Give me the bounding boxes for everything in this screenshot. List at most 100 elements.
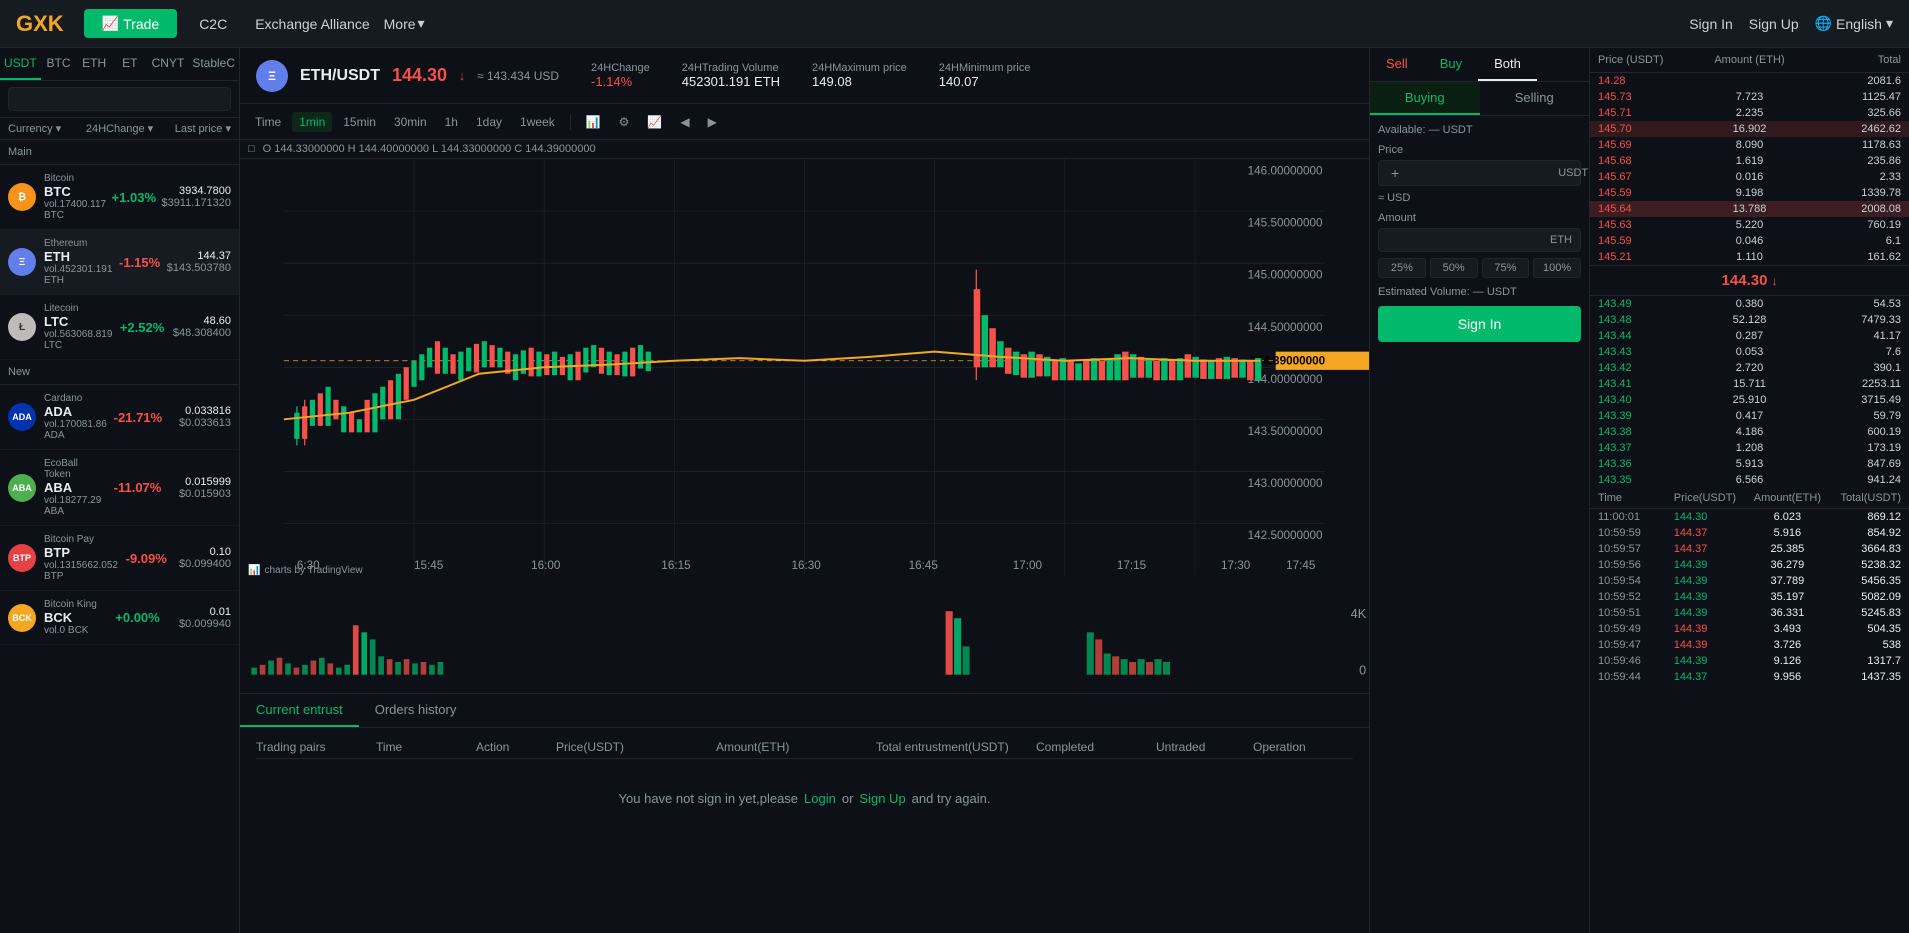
tradingview-logo: 📊charts by TradingView xyxy=(248,565,363,576)
bck-info: Bitcoin King BCK vol.0 BCK xyxy=(44,599,106,636)
sidebar-tab-btc[interactable]: BTC xyxy=(41,48,77,80)
pct-50[interactable]: 50% xyxy=(1430,258,1478,278)
ob-bid-row: 143.48 52.128 7479.33 xyxy=(1590,312,1909,328)
nav-more[interactable]: More ▾ xyxy=(384,15,425,32)
volume-svg: 4K 0 xyxy=(240,586,1369,693)
pct-100[interactable]: 100% xyxy=(1533,258,1581,278)
nav-trade-button[interactable]: 📈 Trade xyxy=(84,9,178,38)
pct-buttons: 25% 50% 75% 100% xyxy=(1378,258,1581,278)
sign-in-button[interactable]: Sign In xyxy=(1378,306,1581,342)
sidebar-col-headers: Currency ▾ 24HChange ▾ Last price ▾ xyxy=(0,118,239,140)
ob-bid-row: 143.40 25.910 3715.49 xyxy=(1590,392,1909,408)
sidebar-tab-stablec[interactable]: StableC xyxy=(188,48,239,80)
tab-orders-history[interactable]: Orders history xyxy=(359,694,473,727)
both-tab[interactable]: Both xyxy=(1478,48,1537,81)
interval-15min[interactable]: 15min xyxy=(336,112,383,132)
header-right: Sign In Sign Up 🌐 English ▾ xyxy=(1689,15,1893,32)
btp-price: 0.10 $0.099400 xyxy=(174,546,231,570)
ob-bid-row: 143.44 0.287 41.17 xyxy=(1590,328,1909,344)
coin-item-eth[interactable]: Ξ Ethereum ETH vol.452301.191 ETH -1.15%… xyxy=(0,230,239,295)
trade-row: 10:59:54 144.39 37.789 5456.35 xyxy=(1590,573,1909,589)
chart-type-btn[interactable]: 📊 xyxy=(579,112,608,132)
bck-change: +0.00% xyxy=(106,610,168,625)
price-minus[interactable]: + xyxy=(1387,165,1403,181)
chart-prev-btn[interactable]: ◀ xyxy=(673,112,696,132)
ob-ask-row: 14.28 2081.6 xyxy=(1590,73,1909,89)
est-row: Estimated Volume: — USDT xyxy=(1378,286,1581,298)
nav-c2c[interactable]: C2C xyxy=(185,10,241,38)
tab-current-entrust[interactable]: Current entrust xyxy=(240,694,359,727)
stat-min: 24HMinimum price 140.07 xyxy=(939,62,1031,89)
col-change[interactable]: 24HChange ▾ xyxy=(82,122,156,135)
svg-text:143.00000000: 143.00000000 xyxy=(1248,477,1323,490)
bid-rows: 143.49 0.380 54.53 143.48 52.128 7479.33… xyxy=(1590,296,1909,488)
ltc-icon: Ł xyxy=(8,313,36,341)
interval-1h[interactable]: 1h xyxy=(438,112,465,132)
time-btn[interactable]: Time xyxy=(248,112,288,132)
chart-svg: 146.00000000 145.50000000 145.00000000 1… xyxy=(240,159,1369,576)
svg-text:17:15: 17:15 xyxy=(1117,559,1147,572)
ohlc-bar: □ O 144.33000000 H 144.40000000 L 144.33… xyxy=(240,140,1369,159)
coin-item-ada[interactable]: ADA Cardano ADA vol.170081.86 ADA -21.71… xyxy=(0,385,239,450)
col-currency[interactable]: Currency ▾ xyxy=(8,122,82,135)
form-content: Available: — USDT Price + USDT − ≈ USD A… xyxy=(1370,116,1589,933)
language-selector[interactable]: 🌐 English ▾ xyxy=(1815,15,1893,32)
stat-volume: 24HTrading Volume 452301.191 ETH xyxy=(682,62,780,89)
sidebar-tab-usdt[interactable]: USDT xyxy=(0,48,41,80)
sidebar-tab-eth[interactable]: ETH xyxy=(76,48,112,80)
sidebar-tabs: USDT BTC ETH ET CNYT StableC xyxy=(0,48,239,81)
interval-1week[interactable]: 1week xyxy=(513,112,562,132)
col-price[interactable]: Last price ▾ xyxy=(157,122,231,135)
svg-text:0: 0 xyxy=(1359,664,1366,678)
trade-row: 10:59:44 144.37 9.956 1437.35 xyxy=(1590,669,1909,685)
amount-input[interactable] xyxy=(1387,233,1550,247)
coin-item-bck[interactable]: BCK Bitcoin King BCK vol.0 BCK +0.00% 0.… xyxy=(0,591,239,645)
chart-next-btn[interactable]: ▶ xyxy=(701,112,724,132)
interval-1min[interactable]: 1min xyxy=(292,112,332,132)
coin-item-btp[interactable]: BTP Bitcoin Pay BTP vol.1315662.052 BTP … xyxy=(0,526,239,591)
chart-indicators-btn[interactable]: 📈 xyxy=(640,112,669,132)
eth-info: Ethereum ETH vol.452301.191 ETH xyxy=(44,238,112,286)
sign-up-link[interactable]: Sign Up xyxy=(1749,16,1799,32)
sell-tab[interactable]: Sell xyxy=(1370,48,1424,81)
bottom-section: Current entrust Orders history Trading p… xyxy=(240,693,1369,933)
interval-30min[interactable]: 30min xyxy=(387,112,434,132)
ob-bid-row: 143.42 2.720 390.1 xyxy=(1590,360,1909,376)
bck-price: 0.01 $0.009940 xyxy=(169,606,231,630)
ob-bid-row: 143.49 0.380 54.53 xyxy=(1590,296,1909,312)
ask-rows: 14.28 2081.6 145.73 7.723 1125.47 145.71… xyxy=(1590,73,1909,265)
svg-text:15:45: 15:45 xyxy=(414,559,444,572)
buying-selling-tabs: Buying Selling xyxy=(1370,82,1589,116)
nav-exchange-alliance[interactable]: Exchange Alliance xyxy=(241,10,383,38)
signup-link[interactable]: Sign Up xyxy=(859,791,905,806)
login-link[interactable]: Login xyxy=(804,791,836,806)
interval-1day[interactable]: 1day xyxy=(469,112,509,132)
bottom-table-header: Trading pairs Time Action Price(USDT) Am… xyxy=(256,736,1353,759)
search-input[interactable] xyxy=(8,87,231,111)
eth-change: -1.15% xyxy=(112,255,166,270)
buying-btn[interactable]: Buying xyxy=(1370,82,1480,115)
coin-item-ltc[interactable]: Ł Litecoin LTC vol.563068.819 LTC +2.52%… xyxy=(0,295,239,360)
chart-settings-btn[interactable]: ⚙ xyxy=(612,112,637,132)
coin-item-aba[interactable]: ABA EcoBall Token ABA vol.18277.29 ABA -… xyxy=(0,450,239,526)
pct-75[interactable]: 75% xyxy=(1482,258,1530,278)
order-book-panel: Price (USDT) Amount (ETH) Total 14.28 20… xyxy=(1589,48,1909,933)
pct-25[interactable]: 25% xyxy=(1378,258,1426,278)
sidebar-tab-et[interactable]: ET xyxy=(112,48,148,80)
coin-item-btc[interactable]: ₿ Bitcoin BTC vol.17400.117 BTC +1.03% 3… xyxy=(0,165,239,230)
sign-in-link[interactable]: Sign In xyxy=(1689,16,1733,32)
svg-text:145.00000000: 145.00000000 xyxy=(1248,269,1323,282)
available-row: Available: — USDT xyxy=(1378,124,1581,136)
price-input[interactable] xyxy=(1403,166,1558,180)
trade-row: 11:00:01 144.30 6.023 869.12 xyxy=(1590,509,1909,525)
logo: GXK xyxy=(16,11,64,37)
stat-max: 24HMaximum price 149.08 xyxy=(812,62,907,89)
svg-text:144.50000000: 144.50000000 xyxy=(1248,321,1323,334)
toolbar-separator xyxy=(570,114,571,130)
sidebar-tab-cnyt[interactable]: CNYT xyxy=(148,48,189,80)
selling-btn[interactable]: Selling xyxy=(1480,82,1590,115)
buy-tab[interactable]: Buy xyxy=(1424,48,1478,81)
price-arrow: ↓ xyxy=(459,69,465,83)
eth-pair-icon: Ξ xyxy=(256,60,288,92)
ob-ask-row: 145.63 5.220 760.19 xyxy=(1590,217,1909,233)
